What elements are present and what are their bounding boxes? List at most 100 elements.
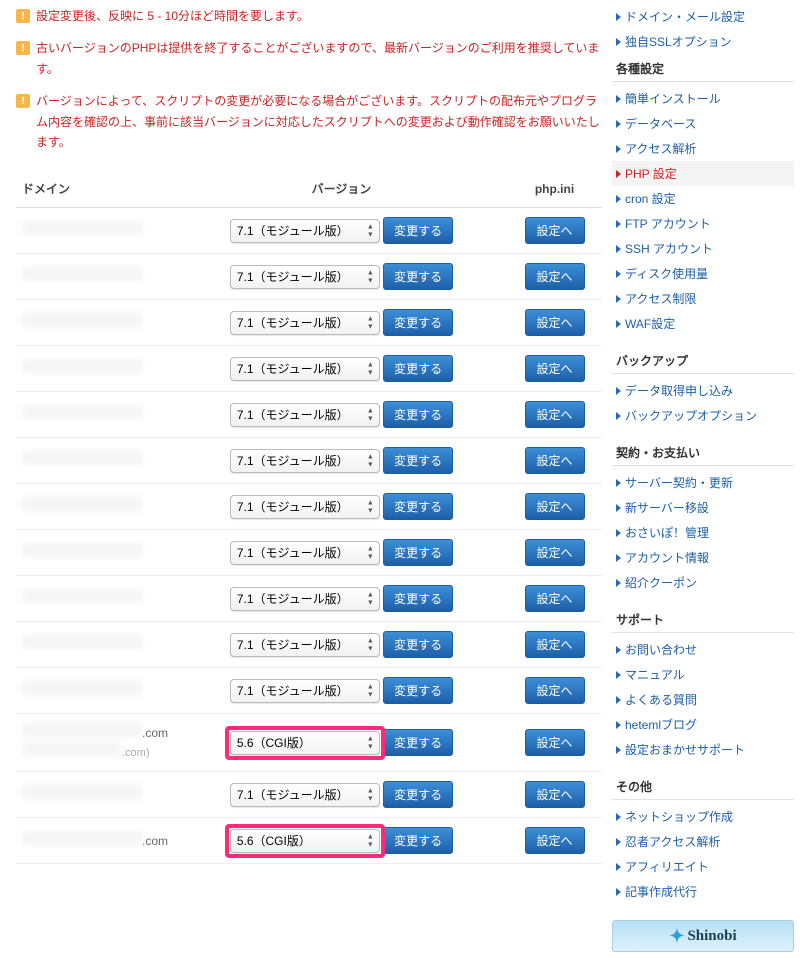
sidebar-link[interactable]: ディスク使用量 <box>625 265 708 282</box>
sidebar-item[interactable]: おさいぽ！管理 <box>612 520 794 545</box>
sidebar-link[interactable]: データ取得申し込み <box>625 382 733 399</box>
shinobi-banner[interactable]: ✦Shinobi <box>612 920 794 952</box>
phpini-settings-button[interactable]: 設定へ <box>525 263 585 290</box>
sidebar-link[interactable]: FTP アカウント <box>625 215 711 232</box>
phpini-settings-button[interactable]: 設定へ <box>525 401 585 428</box>
sidebar-item[interactable]: 設定おまかせサポート <box>612 737 794 762</box>
change-version-button[interactable]: 変更する <box>383 827 453 854</box>
sidebar-item[interactable]: PHP 設定 <box>612 161 794 186</box>
change-version-button[interactable]: 変更する <box>383 309 453 336</box>
change-version-button[interactable]: 変更する <box>383 539 453 566</box>
sidebar-link[interactable]: アクセス制限 <box>625 290 696 307</box>
sidebar-item[interactable]: データ取得申し込み <box>612 378 794 403</box>
phpini-settings-button[interactable]: 設定へ <box>525 355 585 382</box>
php-version-select[interactable]: 5.6（CGI版） <box>230 731 380 755</box>
sidebar-link[interactable]: マニュアル <box>625 666 685 683</box>
change-version-button[interactable]: 変更する <box>383 631 453 658</box>
sidebar-link[interactable]: お問い合わせ <box>625 641 697 658</box>
sidebar-link[interactable]: 忍者アクセス解析 <box>625 833 720 850</box>
sidebar-item[interactable]: バックアップオプション <box>612 403 794 428</box>
change-version-button[interactable]: 変更する <box>383 585 453 612</box>
php-version-select[interactable]: 7.1（モジュール版） <box>230 403 380 427</box>
change-version-button[interactable]: 変更する <box>383 781 453 808</box>
phpini-settings-button[interactable]: 設定へ <box>525 631 585 658</box>
sidebar-item[interactable]: サーバー契約・更新 <box>612 470 794 495</box>
sidebar-item[interactable]: アクセス制限 <box>612 286 794 311</box>
sidebar-link[interactable]: SSH アカウント <box>625 240 713 257</box>
php-version-select[interactable]: 7.1（モジュール版） <box>230 679 380 703</box>
sidebar-link[interactable]: アクセス解析 <box>625 140 696 157</box>
sidebar-item[interactable]: ドメイン・メール設定 <box>612 4 794 29</box>
php-version-select[interactable]: 7.1（モジュール版） <box>230 311 380 335</box>
sidebar-link[interactable]: バックアップオプション <box>625 407 757 424</box>
php-version-select[interactable]: 7.1（モジュール版） <box>230 495 380 519</box>
version-select-wrap: 5.6（CGI版）▲▼ <box>230 731 380 755</box>
php-version-select[interactable]: 5.6（CGI版） <box>230 829 380 853</box>
sidebar-link[interactable]: データベース <box>625 115 696 132</box>
sidebar-item[interactable]: 簡単インストール <box>612 86 794 111</box>
sidebar-link[interactable]: ドメイン・メール設定 <box>625 8 745 25</box>
php-version-select[interactable]: 7.1（モジュール版） <box>230 265 380 289</box>
change-version-button[interactable]: 変更する <box>383 355 453 382</box>
sidebar-link[interactable]: 独自SSLオプション <box>625 33 732 50</box>
sidebar-item[interactable]: お問い合わせ <box>612 637 794 662</box>
phpini-settings-button[interactable]: 設定へ <box>525 585 585 612</box>
phpini-settings-button[interactable]: 設定へ <box>525 677 585 704</box>
sidebar-item[interactable]: FTP アカウント <box>612 211 794 236</box>
sidebar-link[interactable]: 設定おまかせサポート <box>625 741 745 758</box>
sidebar-item[interactable]: 新サーバー移設 <box>612 495 794 520</box>
sidebar-item[interactable]: アクセス解析 <box>612 136 794 161</box>
sidebar-link[interactable]: ネットショップ作成 <box>625 808 733 825</box>
sidebar-item[interactable]: SSH アカウント <box>612 236 794 261</box>
sidebar-link[interactable]: cron 設定 <box>625 190 676 207</box>
sidebar-link[interactable]: 記事作成代行 <box>625 883 697 900</box>
phpini-settings-button[interactable]: 設定へ <box>525 827 585 854</box>
sidebar-item[interactable]: cron 設定 <box>612 186 794 211</box>
php-version-select[interactable]: 7.1（モジュール版） <box>230 783 380 807</box>
sidebar-link[interactable]: アフィリエイト <box>625 858 709 875</box>
phpini-settings-button[interactable]: 設定へ <box>525 447 585 474</box>
sidebar-item[interactable]: 忍者アクセス解析 <box>612 829 794 854</box>
sidebar-item[interactable]: アカウント情報 <box>612 545 794 570</box>
sidebar-link[interactable]: おさいぽ！管理 <box>625 524 709 541</box>
sidebar-item[interactable]: ディスク使用量 <box>612 261 794 286</box>
sidebar-link[interactable]: PHP 設定 <box>625 165 677 182</box>
sidebar-item[interactable]: 紹介クーポン <box>612 570 794 595</box>
sidebar-item[interactable]: hetemlブログ <box>612 712 794 737</box>
change-version-button[interactable]: 変更する <box>383 263 453 290</box>
sidebar-link[interactable]: 簡単インストール <box>625 90 721 107</box>
php-version-select[interactable]: 7.1（モジュール版） <box>230 541 380 565</box>
phpini-settings-button[interactable]: 設定へ <box>525 539 585 566</box>
change-version-button[interactable]: 変更する <box>383 493 453 520</box>
phpini-settings-button[interactable]: 設定へ <box>525 493 585 520</box>
phpini-settings-button[interactable]: 設定へ <box>525 729 585 756</box>
php-version-select[interactable]: 7.1（モジュール版） <box>230 449 380 473</box>
sidebar-item[interactable]: WAF設定 <box>612 311 794 336</box>
php-version-select[interactable]: 7.1（モジュール版） <box>230 219 380 243</box>
phpini-settings-button[interactable]: 設定へ <box>525 217 585 244</box>
change-version-button[interactable]: 変更する <box>383 401 453 428</box>
change-version-button[interactable]: 変更する <box>383 729 453 756</box>
sidebar-item[interactable]: 記事作成代行 <box>612 879 794 904</box>
sidebar-item[interactable]: アフィリエイト <box>612 854 794 879</box>
php-version-select[interactable]: 7.1（モジュール版） <box>230 633 380 657</box>
php-version-select[interactable]: 7.1（モジュール版） <box>230 587 380 611</box>
sidebar-link[interactable]: よくある質問 <box>625 691 697 708</box>
sidebar-item[interactable]: 独自SSLオプション <box>612 29 794 54</box>
sidebar-item[interactable]: マニュアル <box>612 662 794 687</box>
php-version-select[interactable]: 7.1（モジュール版） <box>230 357 380 381</box>
sidebar-item[interactable]: ネットショップ作成 <box>612 804 794 829</box>
sidebar-link[interactable]: hetemlブログ <box>625 716 697 733</box>
sidebar-link[interactable]: 新サーバー移設 <box>625 499 709 516</box>
sidebar-link[interactable]: 紹介クーポン <box>625 574 697 591</box>
change-version-button[interactable]: 変更する <box>383 217 453 244</box>
sidebar-link[interactable]: サーバー契約・更新 <box>625 474 733 491</box>
phpini-settings-button[interactable]: 設定へ <box>525 309 585 336</box>
sidebar-item[interactable]: よくある質問 <box>612 687 794 712</box>
change-version-button[interactable]: 変更する <box>383 447 453 474</box>
phpini-settings-button[interactable]: 設定へ <box>525 781 585 808</box>
sidebar-item[interactable]: データベース <box>612 111 794 136</box>
sidebar-link[interactable]: WAF設定 <box>625 315 675 332</box>
change-version-button[interactable]: 変更する <box>383 677 453 704</box>
sidebar-link[interactable]: アカウント情報 <box>625 549 709 566</box>
